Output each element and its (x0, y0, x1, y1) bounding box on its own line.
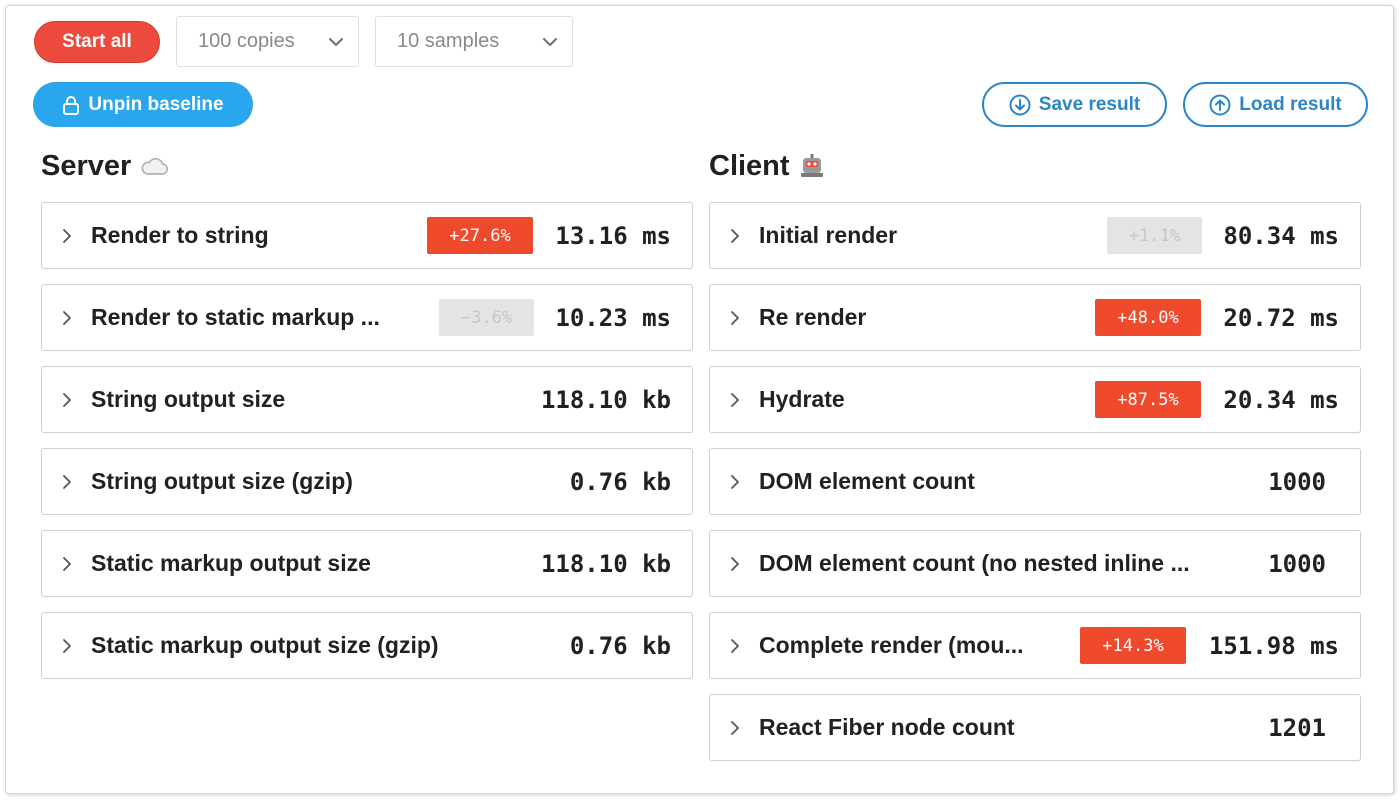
chevron-right-icon (63, 557, 71, 571)
server-row-render-to-string[interactable]: Render to string +27.6% 13.16 ms (41, 202, 693, 269)
row-value: 80.34 ms (1223, 221, 1339, 250)
chevron-right-icon (731, 639, 739, 653)
row-label: Initial render (759, 222, 898, 248)
upload-circle-icon (1209, 94, 1231, 115)
unpin-baseline-button[interactable]: Unpin baseline (33, 82, 253, 127)
client-row-complete-render[interactable]: Complete render (mou... +14.3% 151.98 ms (709, 612, 1361, 679)
delta-badge: +87.5% (1095, 381, 1201, 418)
delta-badge: +14.3% (1080, 627, 1186, 664)
row-value: 1000 (1268, 467, 1326, 496)
client-heading: Client (709, 148, 826, 184)
chevron-right-icon (731, 311, 739, 325)
copies-select[interactable]: 100 copies (176, 16, 359, 67)
chevron-right-icon (63, 639, 71, 653)
delta-badge: +27.6% (427, 217, 533, 254)
row-label: Render to string (91, 222, 269, 248)
row-label: Render to static markup ... (91, 304, 380, 330)
row-label: Complete render (mou... (759, 632, 1024, 658)
client-results-list: Initial render +1.1% 80.34 ms Re render … (709, 202, 1361, 776)
cloud-icon (142, 158, 169, 175)
lock-icon (63, 95, 80, 115)
delta-badge: +48.0% (1095, 299, 1201, 336)
chevron-right-icon (731, 557, 739, 571)
save-result-label: Save result (1038, 93, 1141, 115)
samples-select[interactable]: 10 samples (375, 16, 573, 67)
client-row-dom-element-count[interactable]: DOM element count 1000 (709, 448, 1361, 515)
row-value: 20.72 ms (1223, 303, 1339, 332)
client-title: Client (709, 149, 790, 182)
benchmark-page: Start all 100 copies 10 samples Unpin ba… (0, 0, 1400, 800)
save-result-button[interactable]: Save result (982, 82, 1167, 127)
row-value: 1201 (1268, 713, 1326, 742)
row-label: DOM element count (759, 468, 975, 494)
client-row-initial-render[interactable]: Initial render +1.1% 80.34 ms (709, 202, 1361, 269)
row-label: String output size (91, 386, 286, 412)
row-value: 10.23 ms (555, 303, 671, 332)
row-value: 13.16 ms (555, 221, 671, 250)
chevron-right-icon (731, 475, 739, 489)
server-row-string-output-size[interactable]: String output size 118.10 kb (41, 366, 693, 433)
row-label: Re render (759, 304, 867, 330)
row-value: 151.98 ms (1208, 631, 1339, 660)
row-value: 1000 (1268, 549, 1326, 578)
chevron-right-icon (63, 311, 71, 325)
row-value: 118.10 kb (540, 385, 671, 414)
server-results-list: Render to string +27.6% 13.16 ms Render … (41, 202, 693, 694)
client-row-react-fiber-node-count[interactable]: React Fiber node count 1201 (709, 694, 1361, 761)
row-value: 20.34 ms (1223, 385, 1339, 414)
row-label: Hydrate (759, 386, 845, 412)
row-label: DOM element count (no nested inline ... (759, 550, 1190, 576)
chevron-down-icon (329, 38, 343, 46)
chevron-right-icon (731, 721, 739, 735)
server-row-static-markup-output-size-gzip[interactable]: Static markup output size (gzip) 0.76 kb (41, 612, 693, 679)
delta-badge: +1.1% (1107, 217, 1202, 254)
download-circle-icon (1009, 94, 1031, 115)
unpin-baseline-label: Unpin baseline (88, 93, 224, 115)
server-row-string-output-size-gzip[interactable]: String output size (gzip) 0.76 kb (41, 448, 693, 515)
load-result-label: Load result (1239, 93, 1342, 115)
row-value: 118.10 kb (540, 549, 671, 578)
start-all-button[interactable]: Start all (34, 21, 160, 63)
row-label: Static markup output size (gzip) (91, 632, 439, 658)
chevron-right-icon (63, 393, 71, 407)
row-value: 0.76 kb (569, 467, 671, 496)
samples-select-value: 10 samples (397, 30, 500, 52)
chevron-down-icon (543, 38, 557, 46)
chevron-right-icon (63, 229, 71, 243)
chevron-right-icon (63, 475, 71, 489)
row-label: Static markup output size (91, 550, 371, 576)
copies-select-value: 100 copies (198, 30, 295, 52)
server-row-render-to-static-markup[interactable]: Render to static markup ... −3.6% 10.23 … (41, 284, 693, 351)
row-value: 0.76 kb (569, 631, 671, 660)
load-result-button[interactable]: Load result (1183, 82, 1368, 127)
server-title: Server (41, 149, 132, 182)
robot-icon (800, 154, 823, 177)
client-row-hydrate[interactable]: Hydrate +87.5% 20.34 ms (709, 366, 1361, 433)
client-row-re-render[interactable]: Re render +48.0% 20.72 ms (709, 284, 1361, 351)
server-heading: Server (41, 148, 169, 184)
row-label: String output size (gzip) (91, 468, 353, 494)
server-row-static-markup-output-size[interactable]: Static markup output size 118.10 kb (41, 530, 693, 597)
delta-badge: −3.6% (439, 299, 534, 336)
row-label: React Fiber node count (759, 714, 1015, 740)
chevron-right-icon (731, 229, 739, 243)
client-row-dom-element-count-no-nested[interactable]: DOM element count (no nested inline ... … (709, 530, 1361, 597)
chevron-right-icon (731, 393, 739, 407)
